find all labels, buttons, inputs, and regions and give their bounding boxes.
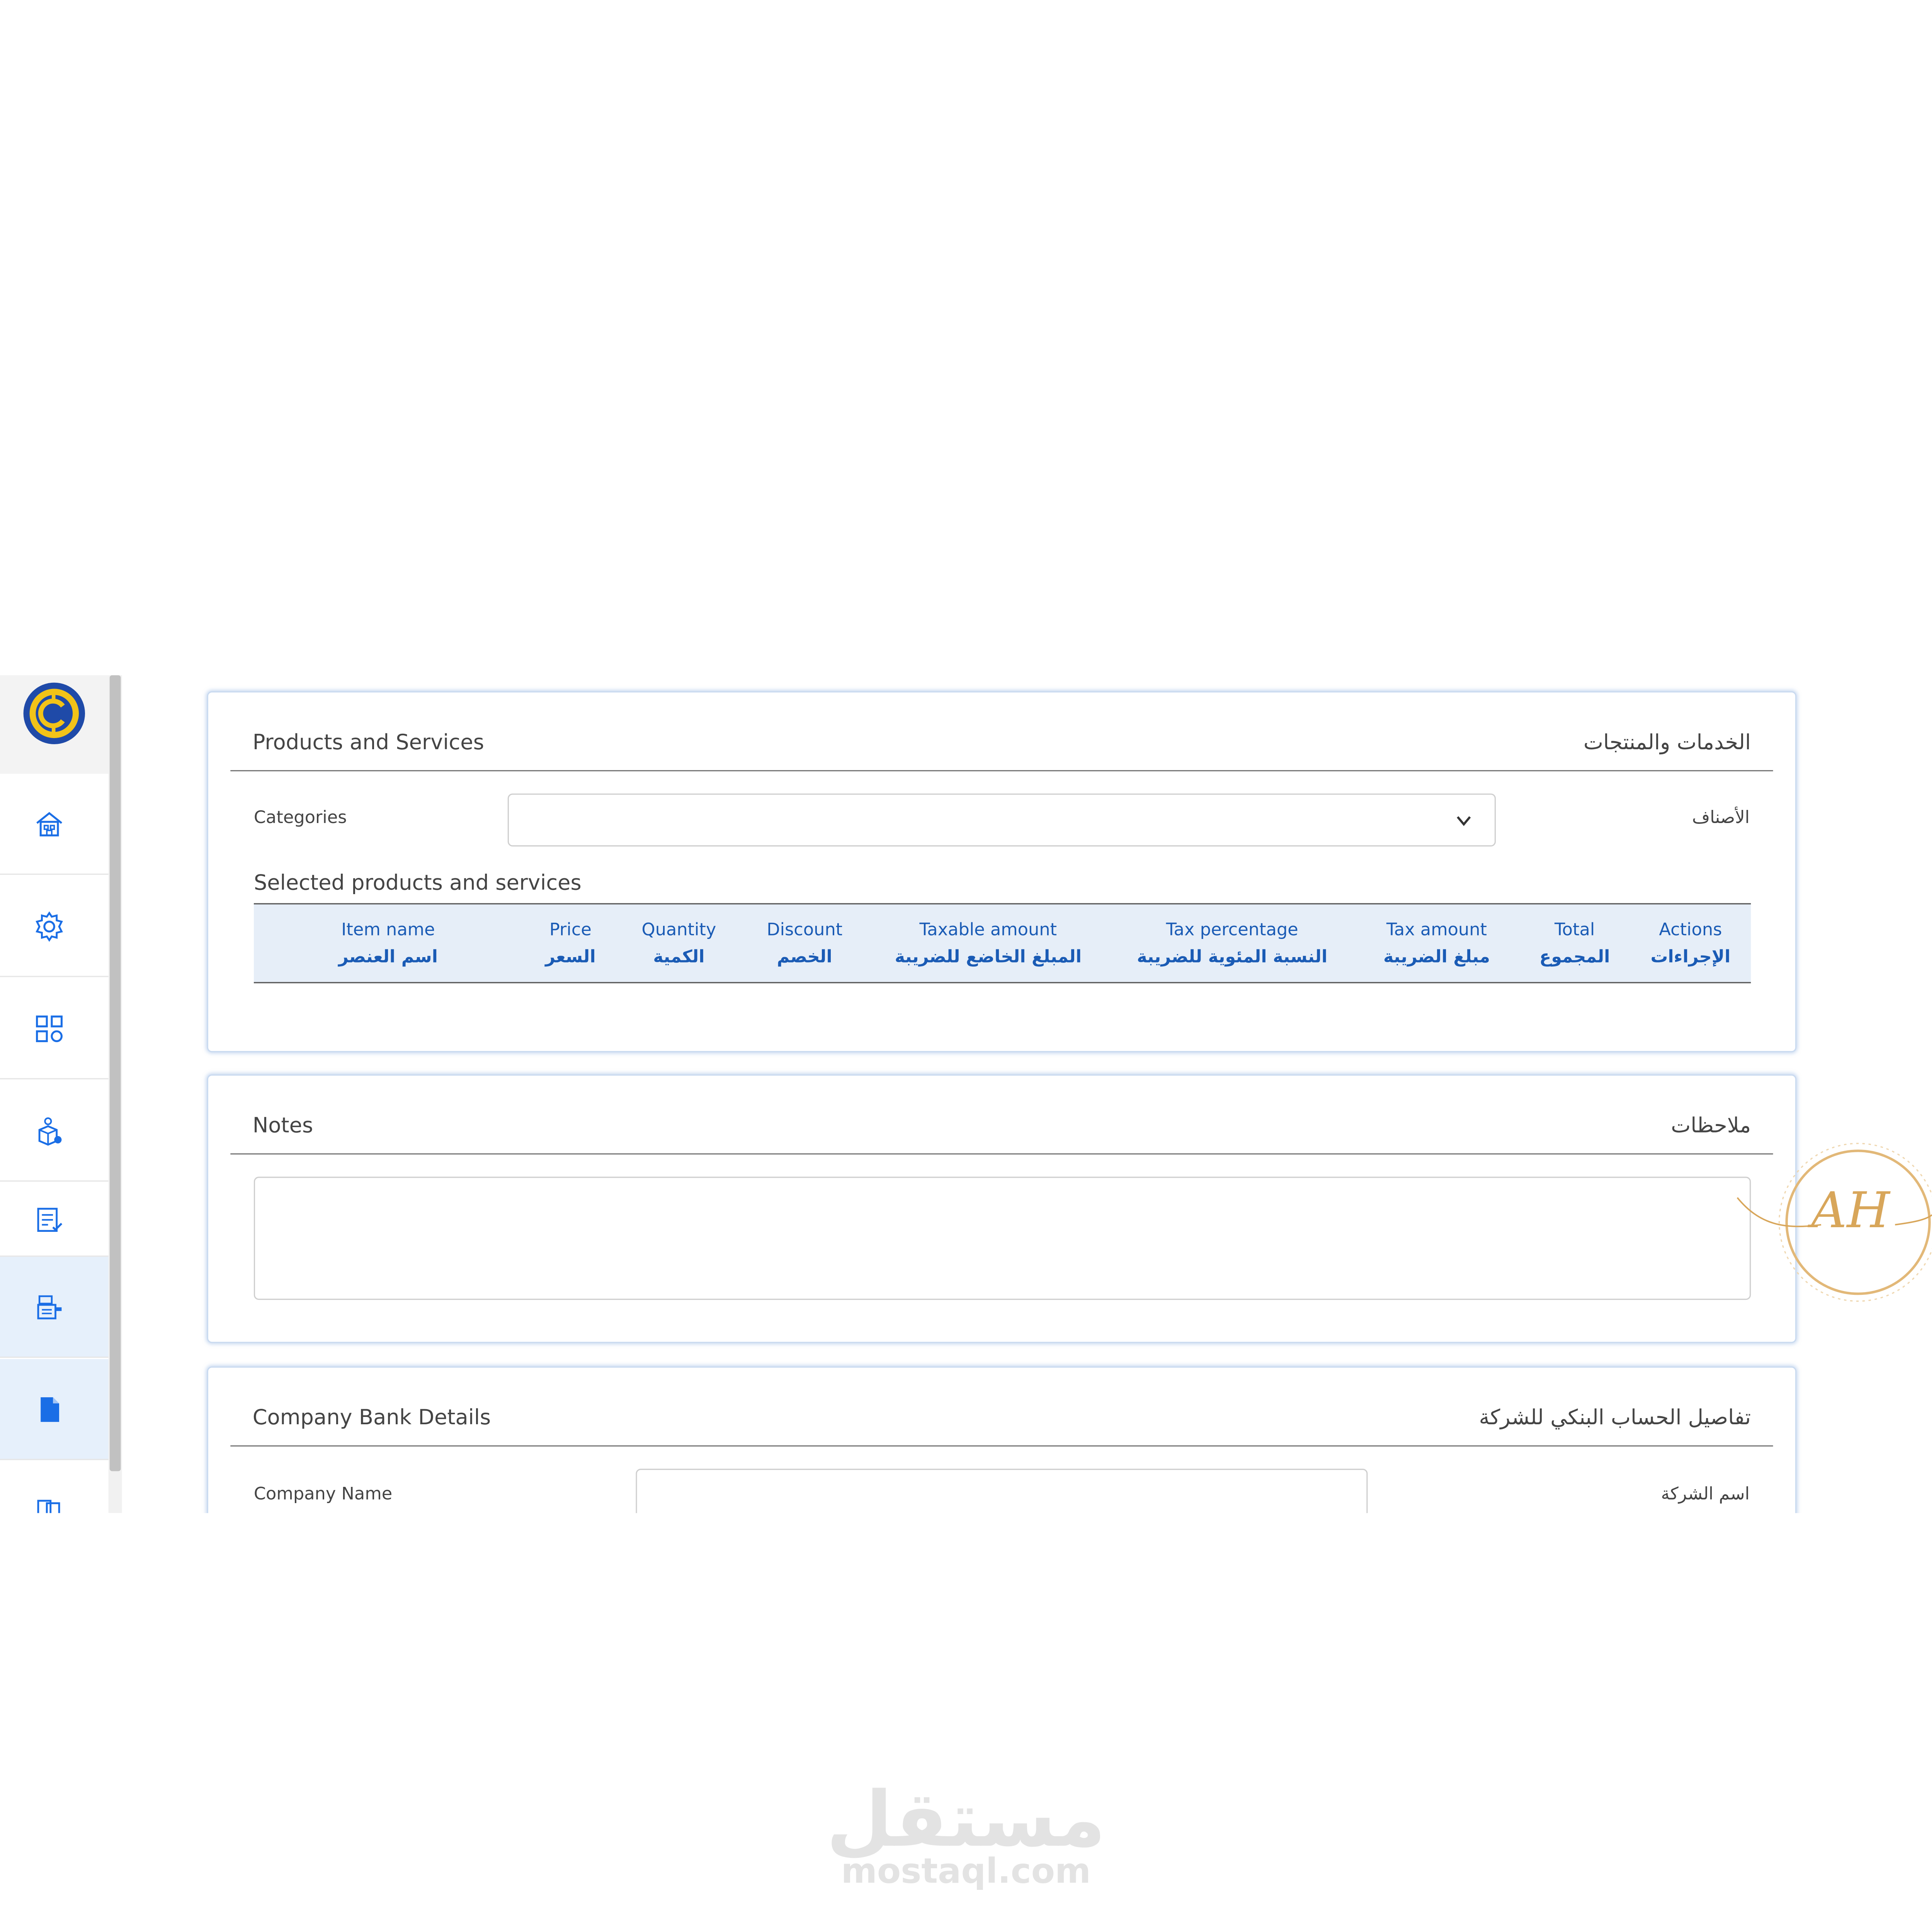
selected-products-title: Selected products and services	[253, 871, 582, 896]
stamp-initials: AH	[1811, 1183, 1890, 1240]
box-settings-icon	[38, 1117, 62, 1145]
cash-register-icon	[37, 1294, 62, 1319]
products-title-ar: الخدمات والمنتجات	[1583, 730, 1751, 755]
document-pages-icon	[37, 1499, 60, 1513]
sidebar-scrollbar[interactable]	[108, 675, 122, 1513]
bank-title-en: Company Bank Details	[252, 1406, 491, 1431]
home-icon	[36, 811, 63, 836]
products-card: Products and Services الخدمات والمنتجات …	[207, 691, 1797, 1053]
column-header-taxable-amount[interactable]: Taxable amount المبلغ الخاضع للضريبة	[895, 917, 1082, 971]
categories-label-en: Categories	[253, 808, 347, 828]
site-watermark-url: mostaql.com	[841, 1850, 1091, 1891]
sidebar-item-settings[interactable]	[0, 876, 109, 977]
column-header-quantity[interactable]: Quantity الكمية	[642, 917, 716, 971]
column-header-discount[interactable]: Discount الخصم	[767, 917, 842, 971]
app-logo[interactable]	[22, 681, 86, 745]
products-card-header: Products and Services الخدمات والمنتجات	[230, 692, 1773, 772]
page: Products and Services الخدمات والمنتجات …	[0, 0, 1932, 1932]
notes-title-en: Notes	[252, 1114, 313, 1139]
sidebar	[0, 675, 122, 1513]
column-header-actions[interactable]: Actions الإجراءات	[1651, 917, 1731, 971]
products-title-en: Products and Services	[252, 730, 484, 755]
company-name-label-en: Company Name	[253, 1485, 393, 1505]
sidebar-item-documents[interactable]	[0, 1359, 109, 1460]
notes-card: Notes ملاحظات	[207, 1074, 1797, 1343]
categories-label-ar: الأصناف	[1692, 808, 1750, 828]
document-icon	[41, 1396, 60, 1422]
logo-cell	[0, 675, 109, 774]
gear-icon	[36, 910, 63, 941]
grid-icon	[36, 1015, 63, 1042]
company-name-label-ar: اسم الشركة	[1661, 1485, 1750, 1505]
sidebar-item-pos[interactable]	[0, 1257, 109, 1358]
sidebar-item-home[interactable]	[0, 774, 109, 875]
scrollbar-thumb[interactable]	[109, 675, 121, 1471]
column-header-total[interactable]: Total المجموع	[1539, 917, 1610, 971]
invoice-check-icon	[37, 1207, 63, 1231]
categories-select[interactable]	[507, 793, 1496, 847]
sidebar-item-invoices[interactable]	[0, 1183, 109, 1257]
bank-title-ar: تفاصيل الحساب البنكي للشركة	[1479, 1406, 1751, 1431]
notes-card-header: Notes ملاحظات	[230, 1076, 1773, 1155]
chevron-down-icon	[1457, 816, 1471, 826]
notes-textarea[interactable]	[253, 1177, 1751, 1300]
column-header-tax-percentage[interactable]: Tax percentage النسبة المئوية للضريبة	[1137, 917, 1327, 971]
sidebar-item-reports[interactable]	[0, 1461, 109, 1513]
bank-card-header: Company Bank Details تفاصيل الحساب البنك…	[230, 1368, 1773, 1447]
sidebar-item-apps[interactable]	[0, 978, 109, 1080]
sidebar-item-products[interactable]	[0, 1080, 109, 1182]
column-header-item-name[interactable]: Item name اسم العنصر	[338, 917, 438, 971]
notes-title-ar: ملاحظات	[1671, 1114, 1751, 1139]
column-header-price[interactable]: Price السعر	[545, 917, 595, 971]
products-table-header: Item name اسم العنصر Price السعر Quantit…	[253, 903, 1751, 983]
column-header-tax-amount[interactable]: Tax amount مبلغ الضريبة	[1383, 917, 1490, 971]
